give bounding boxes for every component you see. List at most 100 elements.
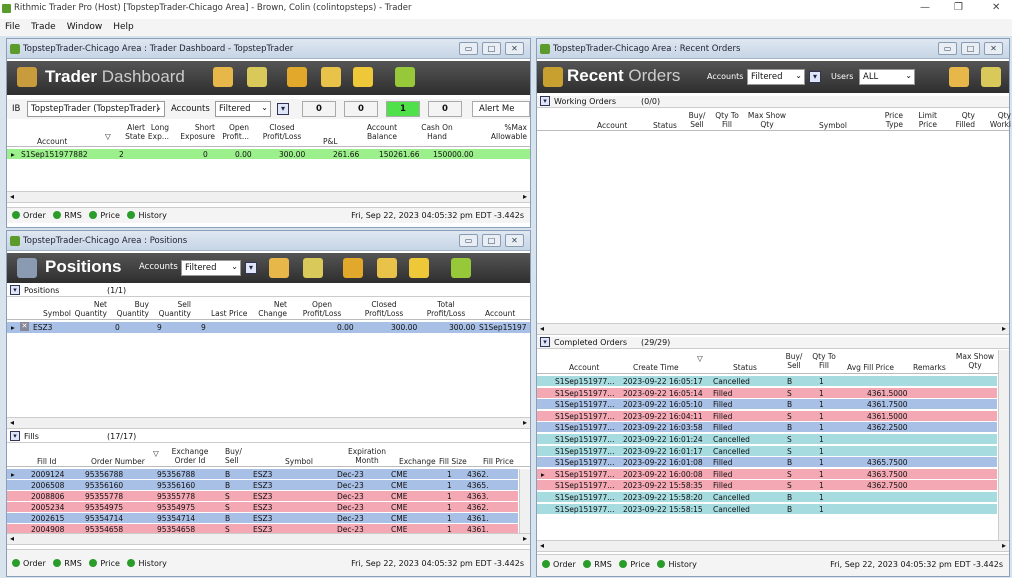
- account-row[interactable]: ▸ S1Sep151977882 2 0 0.00 300.00 261.66 …: [7, 149, 530, 159]
- completed-order-row[interactable]: ▸ S1Sep151977... 2023-09-22 16:00:08 Filled…: [537, 468, 997, 479]
- scroll-right-icon[interactable]: ▸: [523, 534, 527, 543]
- fill-row[interactable]: 2006508 95356160 95356160 B ESZ3 Dec-23 CME 1 43…: [7, 480, 518, 490]
- completed-order-row[interactable]: S1Sep151977... 2023-09-22 16:05:17 Cancell…: [537, 376, 997, 386]
- col-sell-quantity[interactable]: Sell Quantity: [157, 300, 191, 318]
- fill-row[interactable]: 2008806 95355778 95355778 S ESZ3 Dec-23 CME 1 43…: [7, 491, 518, 501]
- completed-order-row[interactable]: S1Sep151977... 2023-09-22 15:58:35 Filled S…: [537, 480, 997, 491]
- accounts-select[interactable]: Filtered ⌄: [747, 69, 805, 85]
- col-remarks[interactable]: Remarks: [913, 363, 946, 372]
- completed-order-row[interactable]: S1Sep151977... 2023-09-22 16:01:17 Cancell…: [537, 445, 997, 456]
- completed-order-row[interactable]: S1Sep151977... 2023-09-22 15:58:15 Cancell…: [537, 503, 997, 514]
- fills-vscrollbar[interactable]: [519, 469, 530, 533]
- notes-icon[interactable]: [377, 258, 397, 278]
- ib-select[interactable]: TopstepTrader (TopstepTrader) ⌄: [27, 101, 165, 117]
- minimize-button[interactable]: ▭: [938, 42, 957, 55]
- close-button[interactable]: ✕: [505, 234, 524, 247]
- maximize-button[interactable]: □: [482, 42, 501, 55]
- col-buy-sell[interactable]: Buy/ Sell: [225, 447, 245, 465]
- scroll-left-icon[interactable]: ◂: [10, 418, 14, 427]
- dashboard-hscrollbar[interactable]: ◂ ▸: [7, 191, 530, 203]
- completed-orders-toggle[interactable]: ▾: [540, 337, 550, 347]
- col-buy-sell[interactable]: Buy/ Sell: [783, 352, 805, 370]
- minimize-button[interactable]: ▭: [459, 42, 478, 55]
- users-select[interactable]: ALL ⌄: [859, 69, 915, 85]
- col-last-price[interactable]: Last Price: [211, 309, 247, 318]
- money-icon[interactable]: [287, 67, 307, 87]
- col-fill-price[interactable]: Fill Price: [483, 457, 514, 466]
- col-fill-id[interactable]: Fill Id: [37, 457, 56, 466]
- col-exchange-order-id[interactable]: Exchange Order Id: [167, 447, 213, 465]
- col-buy-quantity[interactable]: Buy Quantity: [115, 300, 149, 318]
- scroll-right-icon[interactable]: ▸: [523, 192, 527, 201]
- close-button[interactable]: ✕: [505, 42, 524, 55]
- tools-icon[interactable]: [451, 258, 471, 278]
- col-qty-to-fill[interactable]: Qty To Fill: [713, 111, 741, 129]
- col-avg-fill-price[interactable]: Avg Fill Price: [847, 363, 894, 372]
- col-total-pl[interactable]: Total Profit/Loss: [419, 300, 473, 318]
- fill-row[interactable]: 2005234 95354975 95354975 S ESZ3 Dec-23 CME 1 43…: [7, 502, 518, 512]
- close-button[interactable]: ✕: [984, 42, 1003, 55]
- menu-help[interactable]: Help: [113, 22, 134, 32]
- close-position-icon[interactable]: ✕: [20, 322, 29, 331]
- col-status[interactable]: Status: [733, 363, 757, 372]
- maximize-button[interactable]: □: [961, 42, 980, 55]
- restore-icon[interactable]: ❐: [954, 2, 963, 13]
- notes-icon[interactable]: [321, 67, 341, 87]
- tools-icon[interactable]: [395, 67, 415, 87]
- col-long-exposure[interactable]: Long Exp...: [147, 123, 169, 141]
- col-expiration-month[interactable]: Expiration Month: [341, 447, 393, 465]
- col-net-change[interactable]: Net Change: [257, 300, 287, 318]
- maximize-button[interactable]: □: [482, 234, 501, 247]
- completed-order-row[interactable]: S1Sep151977... 2023-09-22 16:01:24 Cancell…: [537, 434, 997, 444]
- col-qty-working[interactable]: Qty Worki: [981, 111, 1011, 129]
- accounts-select[interactable]: Filtered ⌄: [181, 260, 241, 276]
- completed-order-row[interactable]: S1Sep151977... 2023-09-22 16:03:58 Filled B…: [537, 422, 997, 433]
- col-limit-price[interactable]: Limit Price: [909, 111, 937, 129]
- col-buy-sell[interactable]: Buy/ Sell: [687, 111, 707, 129]
- completed-order-row[interactable]: S1Sep151977... 2023-09-22 16:01:08 Filled B…: [537, 457, 997, 468]
- fill-row[interactable]: ▸ 2009124 95356788 95356788 B ESZ3 Dec-23 CME 1 4…: [7, 469, 518, 479]
- minimize-icon[interactable]: —: [920, 2, 930, 13]
- col-open-pl[interactable]: Open Profit/Loss: [295, 300, 349, 318]
- connections-icon[interactable]: [303, 258, 323, 278]
- menu-file[interactable]: File: [5, 22, 20, 32]
- order-entry-icon[interactable]: [213, 67, 233, 87]
- col-closed-pl[interactable]: Closed Profit/Loss: [251, 123, 313, 141]
- accounts-select[interactable]: Filtered ⌄: [215, 101, 271, 117]
- position-row[interactable]: ▸ ✕ ESZ3 0 9 9 0.00 300.00 300.00 S1Sep1…: [7, 322, 530, 333]
- scroll-left-icon[interactable]: ◂: [540, 324, 544, 333]
- col-exchange[interactable]: Exchange: [399, 457, 436, 466]
- col-max-allowable[interactable]: %Max Allowable: [477, 123, 527, 141]
- col-max-show-qty[interactable]: Max Show Qty: [955, 352, 995, 370]
- menu-window[interactable]: Window: [67, 22, 103, 32]
- col-account[interactable]: Account: [37, 137, 67, 146]
- completed-order-row[interactable]: S1Sep151977... 2023-09-22 16:05:10 Filled B…: [537, 399, 997, 410]
- money-icon[interactable]: [343, 258, 363, 278]
- completed-order-row[interactable]: S1Sep151977... 2023-09-22 15:58:20 Cancell…: [537, 492, 997, 502]
- col-symbol[interactable]: Symbol: [819, 121, 847, 130]
- connections-icon[interactable]: [981, 67, 1001, 87]
- col-account[interactable]: Account: [597, 121, 627, 130]
- scroll-right-icon[interactable]: ▸: [1002, 541, 1006, 550]
- col-qty-filled[interactable]: Qty Filled: [947, 111, 975, 129]
- col-account[interactable]: Account: [485, 309, 515, 318]
- scroll-left-icon[interactable]: ◂: [10, 192, 14, 201]
- col-qty-to-fill[interactable]: Qty To Fill: [809, 352, 839, 370]
- scroll-right-icon[interactable]: ▸: [523, 418, 527, 427]
- positions-hscrollbar[interactable]: ◂ ▸: [7, 417, 530, 429]
- scroll-left-icon[interactable]: ◂: [10, 534, 14, 543]
- connections-icon[interactable]: [247, 67, 267, 87]
- close-icon[interactable]: ✕: [992, 2, 1000, 13]
- fills-toggle[interactable]: ▾: [10, 431, 20, 441]
- col-symbol[interactable]: Symbol: [27, 309, 71, 318]
- col-create-time[interactable]: Create Time: [633, 363, 679, 372]
- completed-order-row[interactable]: S1Sep151977... 2023-09-22 16:04:11 Filled S…: [537, 410, 997, 421]
- minimize-button[interactable]: ▭: [459, 234, 478, 247]
- filter-checkbox[interactable]: ▾: [277, 103, 289, 115]
- col-max-show-qty[interactable]: Max Show Qty: [745, 111, 789, 129]
- col-alert-state[interactable]: Alert State: [117, 123, 145, 141]
- order-entry-icon[interactable]: [949, 67, 969, 87]
- col-symbol[interactable]: Symbol: [285, 457, 313, 466]
- col-pnl[interactable]: P&L: [323, 137, 338, 146]
- completed-orders-hscrollbar[interactable]: ◂ ▸: [537, 540, 1009, 552]
